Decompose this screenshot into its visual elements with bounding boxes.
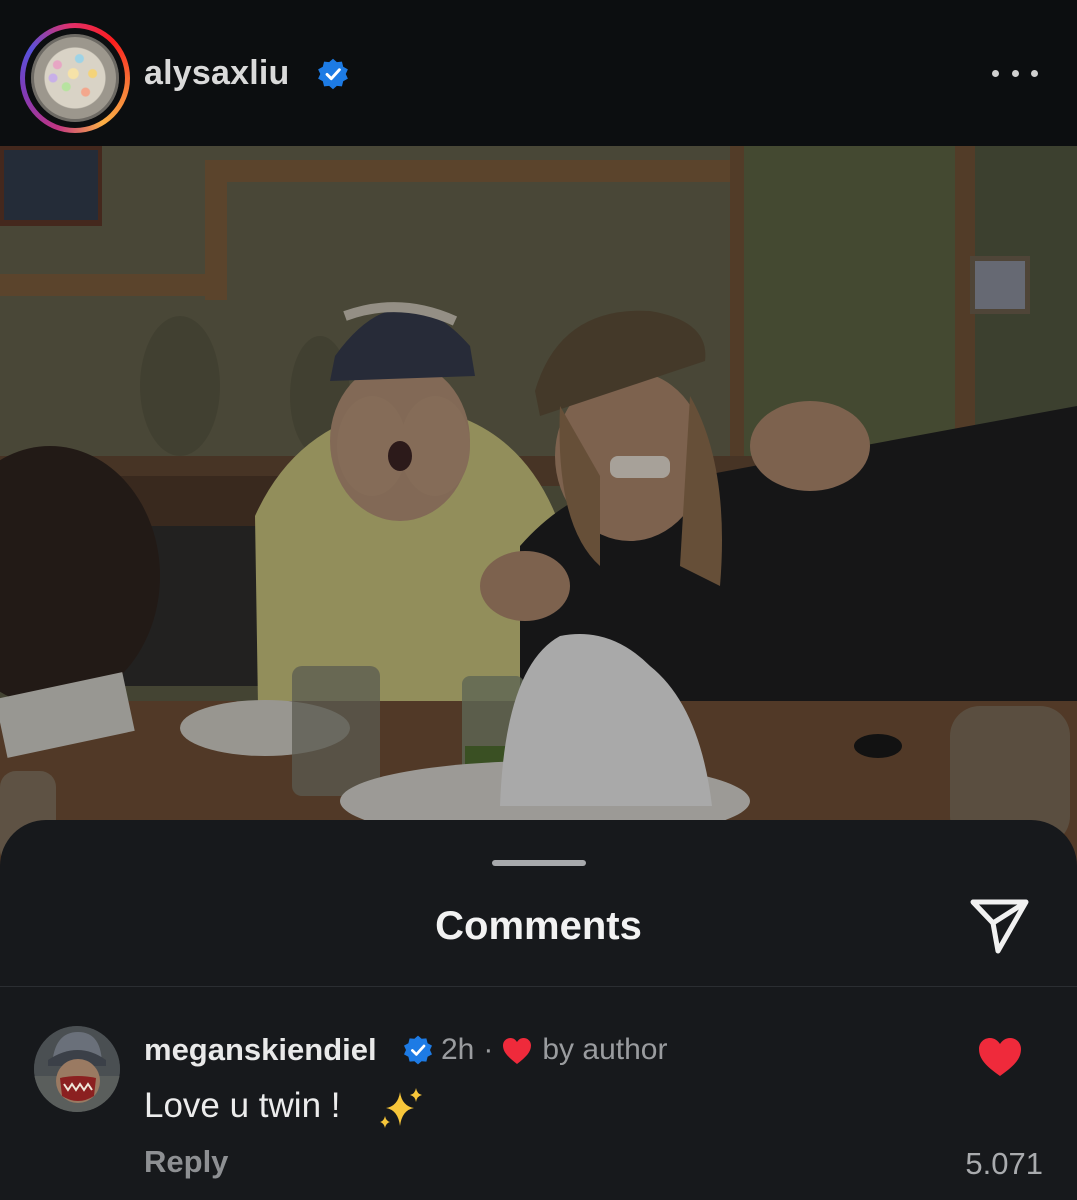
profile-avatar[interactable] <box>20 23 130 133</box>
commenter-avatar[interactable] <box>34 1026 120 1112</box>
post-username[interactable]: alysaxliu <box>144 54 289 93</box>
post-photo[interactable] <box>0 146 1077 866</box>
heart-filled-icon[interactable] <box>977 1036 1023 1078</box>
liked-by-author-label: by author <box>542 1033 668 1066</box>
verified-badge-icon <box>404 1035 432 1065</box>
like-count: 5.071 <box>965 1146 1043 1181</box>
comment-item: meganskiendiel 2h · by author Love u twi… <box>0 986 1077 1200</box>
commenter-avatar-image <box>34 1026 120 1112</box>
reply-button[interactable]: Reply <box>144 1144 228 1180</box>
more-horizontal-icon <box>992 69 999 77</box>
send-icon[interactable] <box>968 896 1032 956</box>
comment-meta: 2h · by author <box>441 1033 667 1067</box>
commenter-username[interactable]: meganskiendiel <box>144 1032 377 1068</box>
more-options-button[interactable] <box>990 56 1040 90</box>
heart-icon <box>503 1038 532 1064</box>
meta-separator: · <box>483 1033 494 1066</box>
verified-badge-icon <box>318 58 348 90</box>
comments-sheet: Comments meganskiendiel 2h · by author L… <box>0 820 1077 1200</box>
sheet-drag-handle[interactable] <box>492 860 586 866</box>
comment-timestamp: 2h <box>441 1033 475 1066</box>
comments-title: Comments <box>435 904 642 948</box>
sparkles-icon <box>380 1088 422 1128</box>
comment-text: Love u twin ! <box>144 1086 341 1125</box>
instagram-post-screen: alysaxliu Comments meganskiendiel 2h · b… <box>0 0 1077 1200</box>
post-header: alysaxliu <box>0 0 1077 146</box>
candy-bowl-avatar-image <box>31 34 119 122</box>
